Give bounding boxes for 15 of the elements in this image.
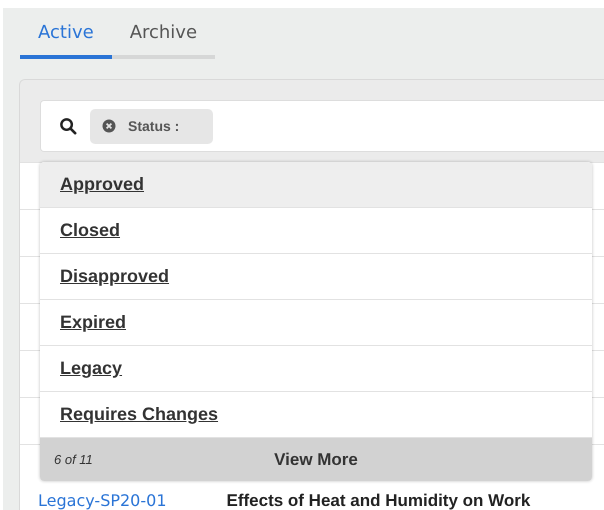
- tab[interactable]: Active: [20, 22, 112, 59]
- result-count: 6 of 11: [54, 452, 93, 467]
- record-link[interactable]: Legacy-SP20-01: [38, 492, 166, 510]
- menu-option[interactable]: Legacy: [40, 346, 592, 392]
- view-more-button[interactable]: View More: [266, 446, 366, 474]
- filter-label: Status :: [128, 118, 180, 134]
- search-field[interactable]: Status :: [40, 100, 604, 152]
- menu-option[interactable]: Approved: [40, 162, 592, 208]
- tab[interactable]: Archive: [112, 22, 216, 59]
- search-icon: [59, 116, 78, 136]
- menu-option[interactable]: Closed: [40, 208, 592, 254]
- menu-option[interactable]: Disapproved: [40, 254, 592, 300]
- remove-icon[interactable]: [102, 119, 116, 133]
- menu-option[interactable]: Expired: [40, 300, 592, 346]
- record-title: Effects of Heat and Humidity on Work: [226, 492, 530, 510]
